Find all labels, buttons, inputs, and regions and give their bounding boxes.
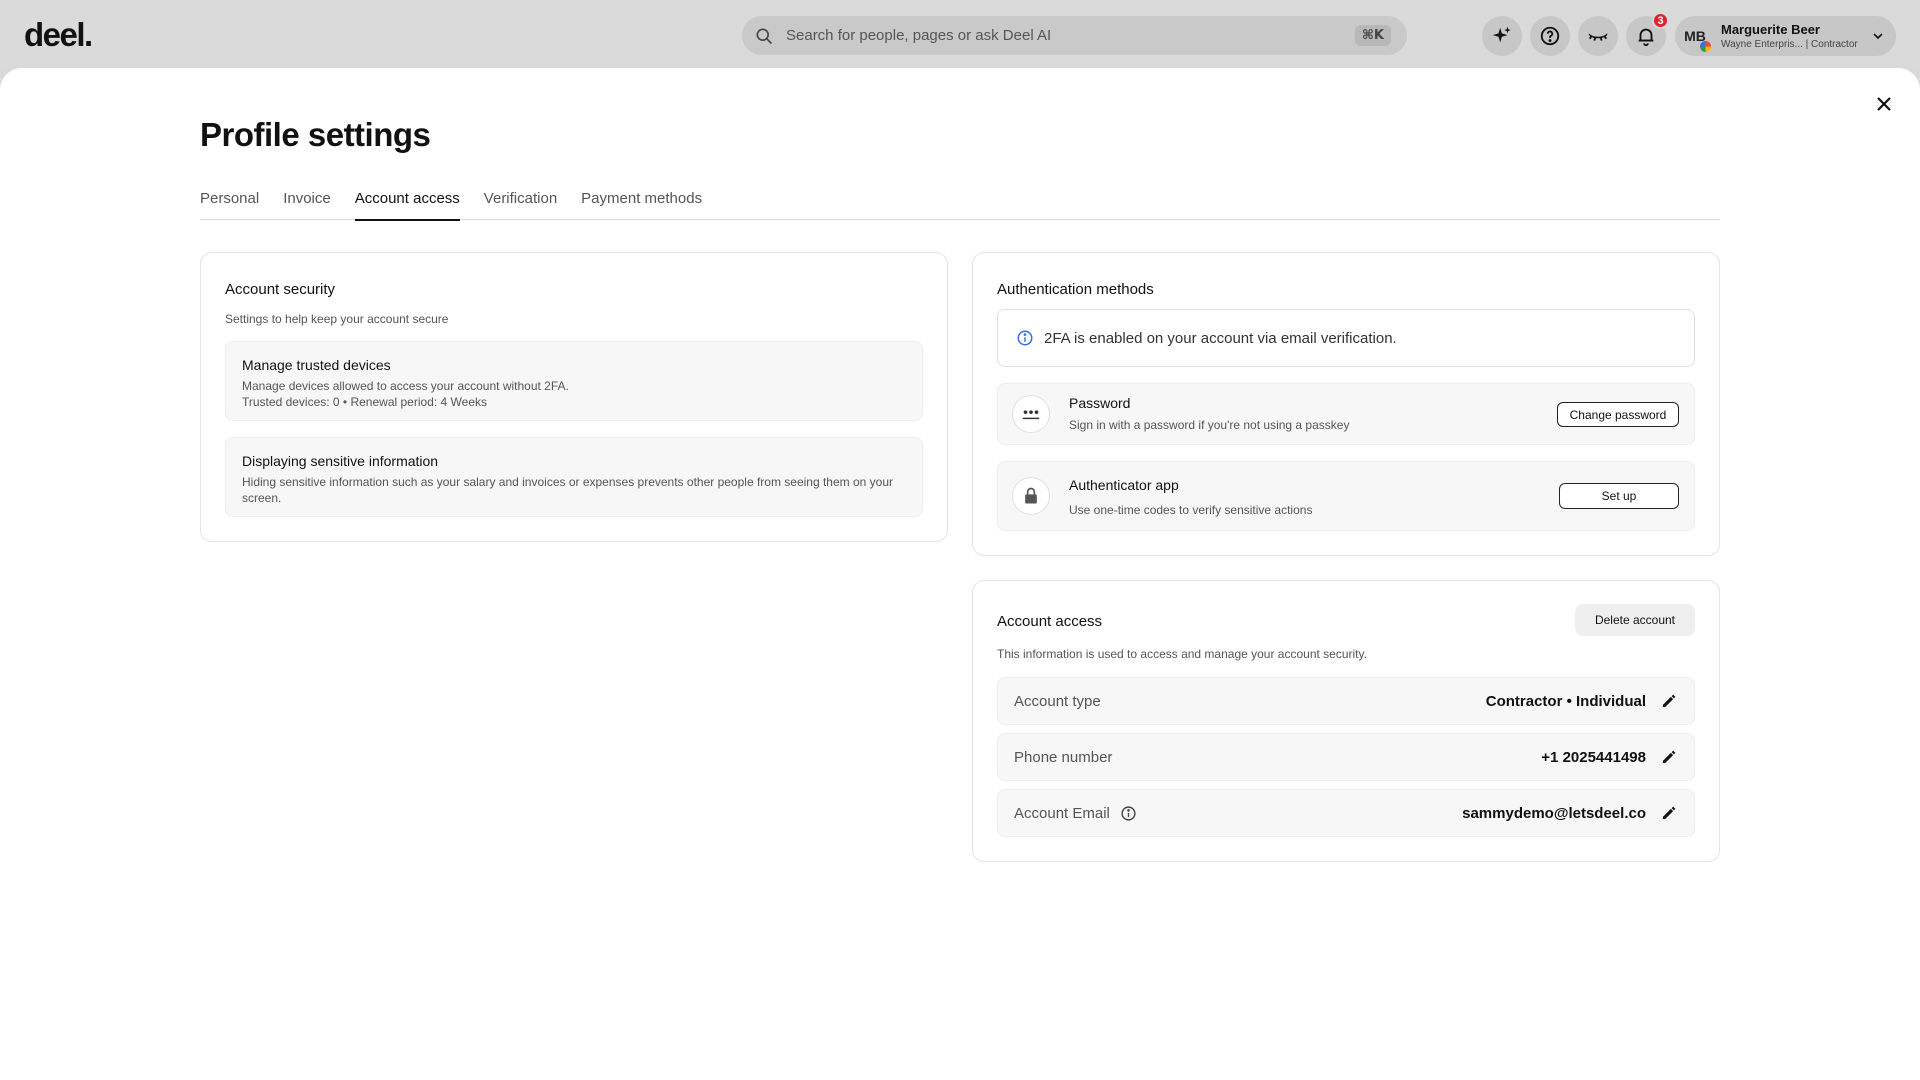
account-email-label-wrap: Account Email (1014, 805, 1462, 822)
account-type-row: Account type Contractor • Individual (997, 677, 1695, 725)
user-menu[interactable]: MB Marguerite Beer Wayne Enterpris... | … (1675, 16, 1896, 56)
info-icon (1017, 330, 1033, 346)
close-icon[interactable] (1872, 92, 1896, 116)
authenticator-tile: Authenticator app Use one-time codes to … (997, 461, 1695, 531)
sparkle-icon (1492, 26, 1511, 43)
change-password-button[interactable]: Change password (1557, 402, 1679, 427)
password-title: Password (1069, 395, 1131, 411)
chevron-down-icon (1873, 33, 1883, 40)
password-dots-icon (1022, 410, 1040, 420)
account-access-title: Account access (997, 613, 1103, 630)
account-security-title: Account security (225, 281, 336, 298)
help-icon (1540, 26, 1560, 46)
deel-logo[interactable]: deel. (24, 16, 93, 54)
tab-bar: Personal Invoice Account access Verifica… (200, 180, 1720, 221)
top-bar: deel. Search for people, pages or ask De… (0, 0, 1920, 70)
twofa-info-banner: 2FA is enabled on your account via email… (997, 309, 1695, 367)
tab-verification[interactable]: Verification (484, 180, 557, 220)
account-type-value: Contractor • Individual (1485, 692, 1646, 710)
privacy-mode-button[interactable] (1578, 16, 1618, 56)
account-access-subtitle: This information is used to access and m… (997, 647, 1367, 661)
ai-sparkle-button[interactable] (1482, 16, 1522, 56)
twofa-info-text: 2FA is enabled on your account via email… (1044, 329, 1397, 347)
account-security-card: Account security Settings to help keep y… (200, 252, 948, 542)
tab-payment-methods[interactable]: Payment methods (581, 180, 702, 220)
search-shortcut: ⌘K (1354, 25, 1391, 46)
delete-account-button[interactable]: Delete account (1575, 604, 1695, 636)
phone-number-value: +1 2025441498 (1541, 748, 1646, 766)
avatar: MB (1677, 18, 1713, 54)
authenticator-description: Use one-time codes to verify sensitive a… (1069, 503, 1313, 517)
pencil-icon[interactable] (1660, 804, 1678, 822)
search-icon (756, 28, 773, 44)
notification-badge: 3 (1652, 12, 1669, 29)
trusted-devices-description: Manage devices allowed to access your ac… (242, 379, 569, 393)
account-type-label: Account type (1014, 692, 1101, 710)
page-title: Profile settings (200, 116, 431, 153)
trusted-devices-meta: Trusted devices: 0 • Renewal period: 4 W… (242, 395, 487, 409)
eye-closed-icon (1588, 33, 1608, 41)
profile-settings-sheet: Profile settings Personal Invoice Accoun… (0, 68, 1920, 1080)
trusted-devices-tile[interactable]: Manage trusted devices Manage devices al… (225, 341, 923, 421)
search-bar[interactable]: Search for people, pages or ask Deel AI … (742, 16, 1407, 55)
sensitive-info-title: Displaying sensitive information (242, 453, 439, 469)
account-email-label: Account Email (1014, 804, 1110, 822)
authenticator-title: Authenticator app (1069, 477, 1179, 493)
user-name: Marguerite Beer (1721, 22, 1820, 37)
help-button[interactable] (1530, 16, 1570, 56)
tab-invoice[interactable]: Invoice (283, 180, 331, 220)
phone-number-row: Phone number +1 2025441498 (997, 733, 1695, 781)
search-placeholder: Search for people, pages or ask Deel AI (786, 27, 1052, 44)
authenticator-icon-wrap (1012, 477, 1050, 515)
sensitive-info-description: Hiding sensitive information such as you… (242, 475, 894, 505)
account-access-card: Account access Delete account This infor… (972, 580, 1720, 862)
account-security-subtitle: Settings to help keep your account secur… (225, 312, 449, 326)
trusted-devices-title: Manage trusted devices (242, 357, 391, 373)
info-icon[interactable] (1120, 805, 1137, 822)
user-subtitle: Wayne Enterpris... | Contractor (1721, 39, 1858, 50)
tab-account-access[interactable]: Account access (354, 180, 460, 221)
password-description: Sign in with a password if you're not us… (1069, 418, 1350, 432)
tab-personal[interactable]: Personal (200, 180, 259, 220)
notifications-button[interactable]: 3 (1626, 12, 1669, 56)
bell-icon (1638, 28, 1654, 47)
phone-number-label: Phone number (1014, 748, 1113, 766)
password-tile: Password Sign in with a password if you'… (997, 383, 1695, 445)
auth-methods-title: Authentication methods (997, 281, 1154, 298)
setup-authenticator-button[interactable]: Set up (1559, 483, 1679, 509)
auth-methods-card: Authentication methods 2FA is enabled on… (972, 252, 1720, 556)
account-email-row: Account Email sammydemo@letsdeel.co (997, 789, 1695, 837)
pencil-icon[interactable] (1660, 748, 1678, 766)
company-logo-icon (1700, 41, 1711, 52)
account-email-value: sammydemo@letsdeel.co (1462, 804, 1646, 822)
pencil-icon[interactable] (1660, 692, 1678, 710)
lock-icon (1025, 487, 1037, 504)
sensitive-info-tile[interactable]: Displaying sensitive information Hiding … (225, 437, 923, 517)
password-icon-wrap (1012, 395, 1050, 433)
